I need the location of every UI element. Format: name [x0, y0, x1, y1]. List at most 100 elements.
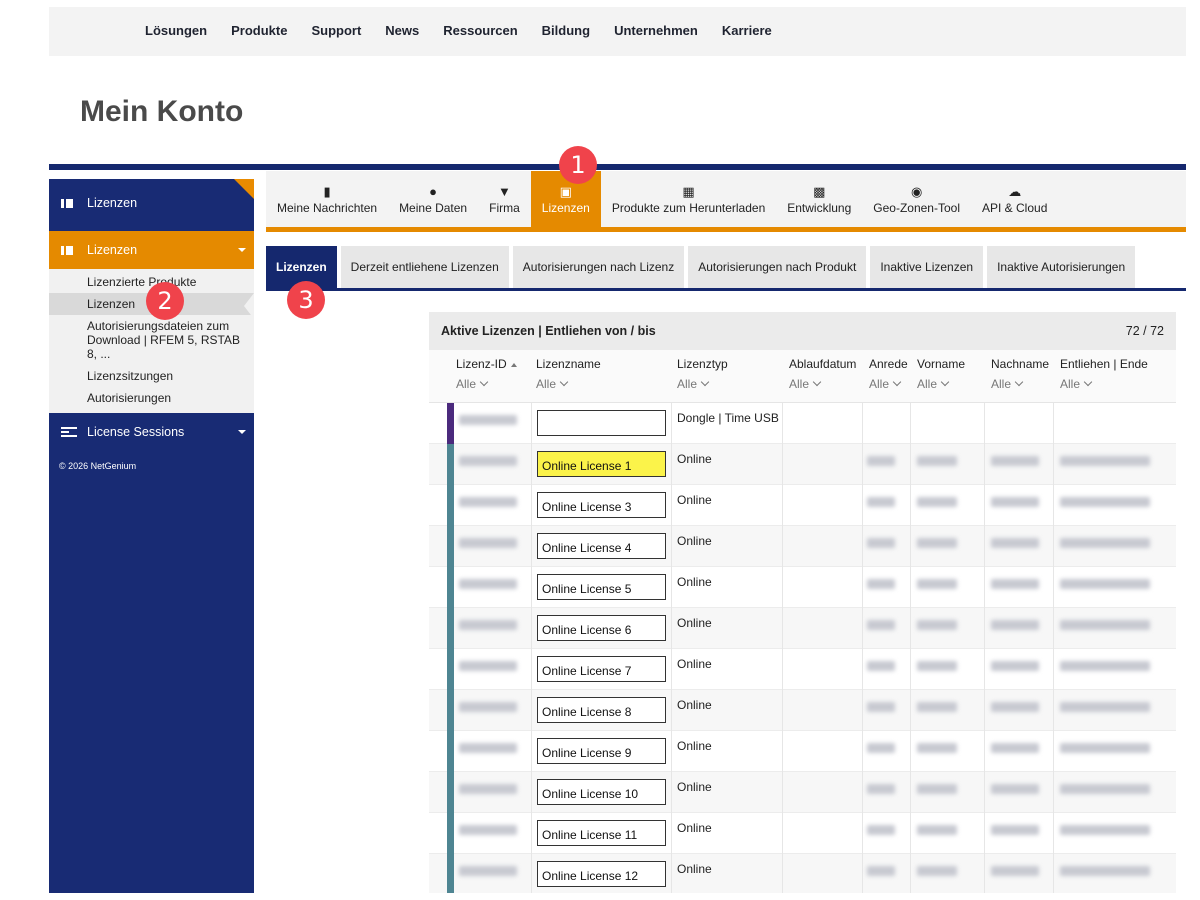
table-row[interactable]: Dongle | Time USB [429, 403, 1176, 444]
sidebar-subitem-autorisierungen[interactable]: Autorisierungen [49, 387, 254, 409]
tab-meine-nachrichten[interactable]: ▮ Meine Nachrichten [266, 171, 388, 227]
license-type: Online [677, 821, 712, 835]
redacted-value [1060, 620, 1150, 630]
cell-divider [429, 813, 1054, 854]
filter-lizenzname[interactable]: Alle [536, 377, 569, 391]
license-name-input[interactable]: Online License 7 [537, 656, 666, 682]
redacted-value [991, 579, 1039, 589]
filter-vorname[interactable]: Alle [917, 377, 950, 391]
page-title: Mein Konto [80, 95, 244, 128]
column-header-lizenz-id[interactable]: Lizenz-ID [456, 357, 517, 371]
nav-ressourcen[interactable]: Ressourcen [443, 23, 517, 38]
license-name-input[interactable]: Online License 11 [537, 820, 666, 846]
table-row[interactable]: Online License 11 Online [429, 813, 1176, 854]
column-header-ablaufdatum[interactable]: Ablaufdatum [789, 357, 856, 371]
column-header-lizenztyp[interactable]: Lizenztyp [677, 357, 728, 371]
grid-header: Lizenz-ID Lizenzname Lizenztyp Ablaufdat… [429, 350, 1176, 403]
redacted-value [459, 743, 517, 753]
license-type: Online [677, 657, 712, 671]
table-row[interactable]: Online License 9 Online [429, 731, 1176, 772]
nav-karriere[interactable]: Karriere [722, 23, 772, 38]
table-row[interactable]: Online License 12 Online [429, 854, 1176, 893]
redacted-value [1060, 743, 1150, 753]
redacted-value [917, 866, 957, 876]
table-row[interactable]: Online License 8 Online [429, 690, 1176, 731]
filter-lizenztyp[interactable]: Alle [677, 377, 710, 391]
license-name-input[interactable]: Online License 3 [537, 492, 666, 518]
column-header-lizenzname[interactable]: Lizenzname [536, 357, 601, 371]
column-header-entliehen-ende[interactable]: Entliehen | Ende [1060, 357, 1148, 371]
license-name-input[interactable]: Online License 12 [537, 861, 666, 887]
column-header-vorname[interactable]: Vorname [917, 357, 965, 371]
table-row[interactable]: Online License 4 Online [429, 526, 1176, 567]
filter-label: Alle [677, 377, 698, 391]
filter-anrede[interactable]: Alle [869, 377, 902, 391]
tab-firma[interactable]: ▼ Firma [478, 171, 531, 227]
license-name-input[interactable]: Online License 5 [537, 574, 666, 600]
collapse-corner-icon[interactable] [234, 179, 254, 199]
redacted-value [1060, 497, 1150, 507]
nav-support[interactable]: Support [311, 23, 361, 38]
license-name-input[interactable] [537, 410, 666, 436]
redacted-value [917, 661, 957, 671]
subtab-autorisierungen-nach-produkt[interactable]: Autorisierungen nach Produkt [688, 246, 867, 288]
tab-produkte-zum-herunterladen[interactable]: ▦ Produkte zum Herunterladen [601, 171, 776, 227]
sidebar-subitem-lizenzsitzungen[interactable]: Lizenzsitzungen [49, 365, 254, 387]
sidebar-header-lizenzen[interactable]: Lizenzen [49, 179, 254, 227]
sidebar-subitem-autorisierungsdateien[interactable]: Autorisierungsdateien zum Download | RFE… [49, 315, 254, 365]
subtab-inaktive-autorisierungen[interactable]: Inaktive Autorisierungen [987, 246, 1136, 288]
filter-label: Alle [991, 377, 1012, 391]
map-pin-icon: ▼ [498, 184, 511, 199]
filter-nachname[interactable]: Alle [991, 377, 1024, 391]
redacted-value [459, 866, 517, 876]
subtab-inaktive-lizenzen[interactable]: Inaktive Lizenzen [870, 246, 984, 288]
nav-loesungen[interactable]: Lösungen [145, 23, 207, 38]
filter-ablaufdatum[interactable]: Alle [789, 377, 822, 391]
cell-divider [429, 854, 1054, 893]
license-name-input[interactable]: Online License 8 [537, 697, 666, 723]
license-name-input[interactable]: Online License 9 [537, 738, 666, 764]
tab-entwicklung[interactable]: ▩ Entwicklung [776, 171, 862, 227]
nav-produkte[interactable]: Produkte [231, 23, 287, 38]
license-type: Online [677, 739, 712, 753]
sidebar-item-lizenzen[interactable]: Lizenzen [49, 231, 254, 269]
redacted-value [1060, 702, 1150, 712]
redacted-value [867, 620, 895, 630]
tab-api-cloud[interactable]: ☁ API & Cloud [971, 171, 1058, 227]
filter-entliehen-ende[interactable]: Alle [1060, 377, 1093, 391]
license-name-input[interactable]: Online License 10 [537, 779, 666, 805]
cell-divider [429, 526, 1054, 567]
table-row[interactable]: Online License 6 Online [429, 608, 1176, 649]
license-icon [61, 198, 73, 208]
table-row[interactable]: Online License 1 Online [429, 444, 1176, 485]
license-type: Online [677, 452, 712, 466]
tab-geo-zonen-tool[interactable]: ◉ Geo-Zonen-Tool [862, 171, 971, 227]
sidebar-item-license-sessions[interactable]: License Sessions [49, 413, 254, 451]
copyright: © 2026 NetGenium [59, 461, 137, 471]
nav-news[interactable]: News [385, 23, 419, 38]
filter-label: Alle [536, 377, 557, 391]
nav-bildung[interactable]: Bildung [542, 23, 590, 38]
column-header-nachname[interactable]: Nachname [991, 357, 1049, 371]
tab-meine-daten[interactable]: ● Meine Daten [388, 171, 478, 227]
table-row[interactable]: Online License 5 Online [429, 567, 1176, 608]
license-name-input[interactable]: Online License 4 [537, 533, 666, 559]
subtab-derzeit-entliehene-lizenzen[interactable]: Derzeit entliehene Lizenzen [340, 246, 509, 288]
table-row[interactable]: Online License 7 Online [429, 649, 1176, 690]
license-name-input[interactable]: Online License 6 [537, 615, 666, 641]
column-header-anrede[interactable]: Anrede [869, 357, 908, 371]
globe-icon: ◉ [910, 184, 923, 199]
subtab-autorisierungen-nach-lizenz[interactable]: Autorisierungen nach Lizenz [512, 246, 685, 288]
chevron-down-icon [238, 248, 246, 252]
filter-lizenz-id[interactable]: Alle [456, 377, 489, 391]
nav-unternehmen[interactable]: Unternehmen [614, 23, 698, 38]
license-name-input[interactable]: Online License 1 [537, 451, 666, 477]
widgets-icon: ▩ [813, 184, 826, 199]
redacted-value [459, 579, 517, 589]
cell-divider [429, 444, 1054, 485]
column-header-label: Lizenz-ID [456, 357, 507, 371]
chevron-down-icon [1014, 377, 1024, 387]
table-row[interactable]: Online License 3 Online [429, 485, 1176, 526]
sidebar-item-label: Lizenzen [87, 243, 138, 257]
table-row[interactable]: Online License 10 Online [429, 772, 1176, 813]
